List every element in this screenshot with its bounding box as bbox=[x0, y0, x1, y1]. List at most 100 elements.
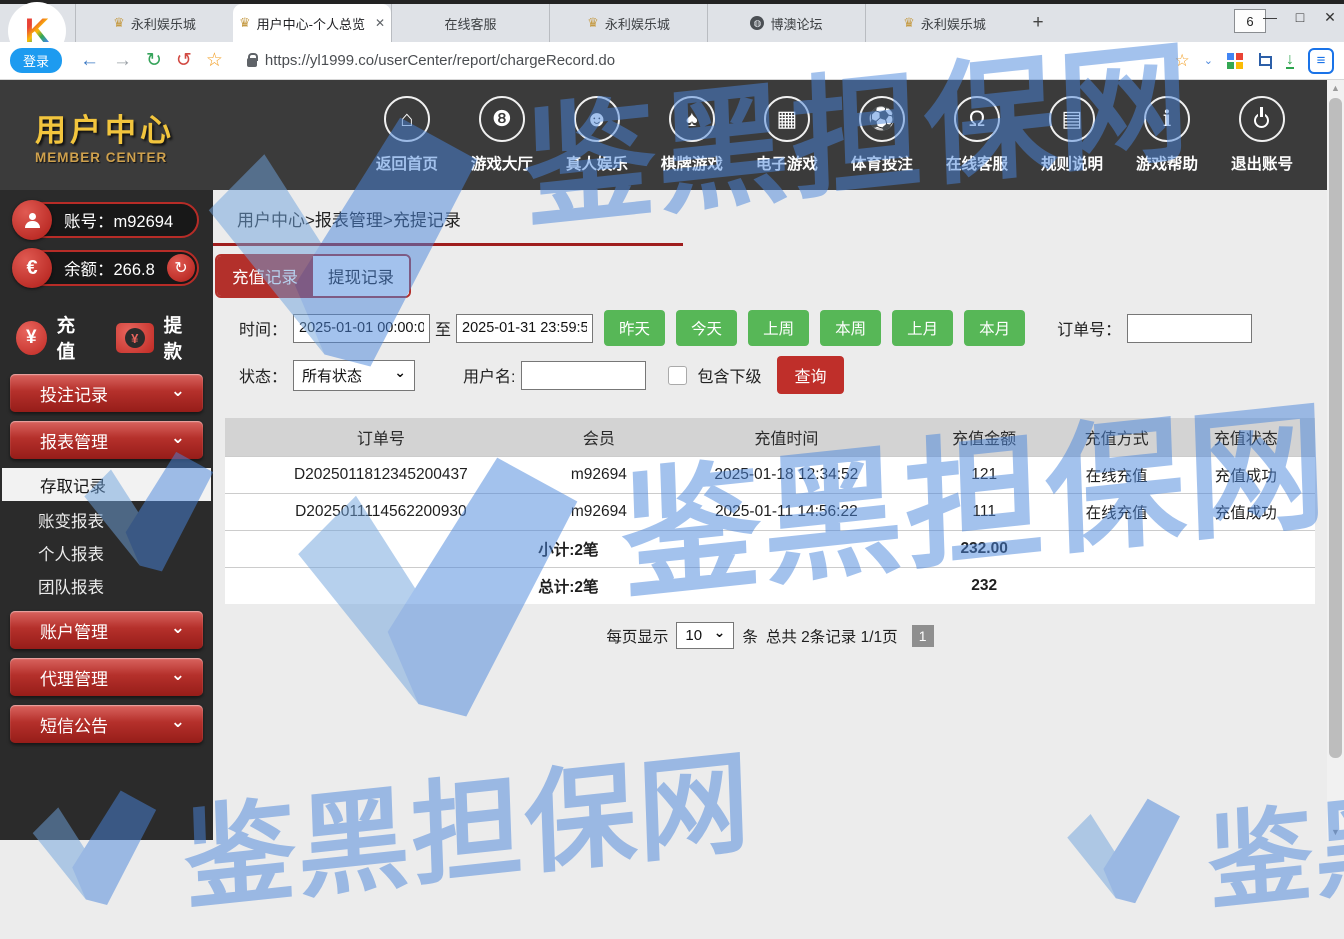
browser-tab-6[interactable]: ♛ 永利娱乐城 bbox=[865, 4, 1023, 42]
browser-tab-3[interactable]: 在线客服 bbox=[391, 4, 549, 42]
sidebar-item-agent-management[interactable]: 代理管理 ⌄ bbox=[10, 658, 203, 696]
url-field[interactable]: https://yl1999.co/userCenter/report/char… bbox=[247, 52, 1175, 69]
minimize-button[interactable]: — bbox=[1262, 9, 1278, 26]
search-button[interactable]: 查询 bbox=[777, 356, 843, 394]
col-member: 会员 bbox=[537, 418, 661, 456]
order-no-input[interactable] bbox=[1127, 314, 1252, 343]
total-label: 总计:2笔 bbox=[225, 567, 912, 604]
top-navigation: ⌂ 返回首页 ❽ 游戏大厅 ☻ 真人娱乐 ♠ 棋牌游戏 ▦ 电子游戏 ⚽ 体育投… bbox=[376, 96, 1293, 174]
browser-tab-5[interactable]: ◍ 博澳论坛 bbox=[707, 4, 865, 42]
close-button[interactable]: ✕ bbox=[1322, 9, 1338, 26]
sidebar-item-bet-records[interactable]: 投注记录 ⌄ bbox=[10, 374, 203, 412]
status-select[interactable]: 所有状态 ⌄ bbox=[293, 360, 415, 391]
sidebar-menu: 投注记录 ⌄ 报表管理 ⌄ 存取记录 账变报表 个人报表 团队报表 账户管理 ⌄… bbox=[0, 374, 213, 743]
balance-value: 余额：266.8 bbox=[64, 256, 155, 280]
tab-close-icon[interactable]: ✕ bbox=[375, 16, 385, 30]
vertical-scrollbar[interactable]: ▲ ▼ bbox=[1327, 80, 1344, 840]
nav-rules[interactable]: ▤ 规则说明 bbox=[1041, 96, 1103, 174]
crown-icon: ♛ bbox=[903, 15, 915, 31]
table-row: D2025011812345200437 m92694 2025-01-18 1… bbox=[225, 456, 1315, 493]
sidebar-subitem-account-change-report[interactable]: 账变报表 bbox=[0, 503, 213, 536]
login-button[interactable]: 登录 bbox=[10, 48, 62, 73]
quick-this-month-button[interactable]: 本月 bbox=[964, 310, 1025, 346]
quick-this-week-button[interactable]: 本周 bbox=[820, 310, 881, 346]
favorite-icon[interactable]: ☆ bbox=[1175, 51, 1190, 71]
include-subordinates-checkbox[interactable] bbox=[668, 366, 687, 385]
sidebar-item-sms-announcement[interactable]: 短信公告 ⌄ bbox=[10, 705, 203, 743]
bookmark-star-icon[interactable]: ☆ bbox=[206, 49, 223, 72]
browser-tab-4[interactable]: ♛ 永利娱乐城 bbox=[549, 4, 707, 42]
headset-icon: Ω bbox=[969, 106, 985, 132]
quick-last-week-button[interactable]: 上周 bbox=[748, 310, 809, 346]
screenshot-icon[interactable] bbox=[1257, 53, 1272, 68]
username-input[interactable] bbox=[521, 361, 646, 390]
sidebar: 账号：m92694 € 余额：266.8 ↻ ¥ 充值 ¥ 提款 投注记录 bbox=[0, 190, 213, 840]
tab-charge-records[interactable]: 充值记录 bbox=[217, 256, 313, 296]
page-1-button[interactable]: 1 bbox=[912, 625, 934, 647]
browser-tab-1[interactable]: ♛ 永利娱乐城 bbox=[75, 4, 233, 42]
refresh-balance-icon[interactable]: ↻ bbox=[167, 254, 195, 282]
soccer-ball-icon: ⚽ bbox=[868, 106, 895, 132]
filter-panel: 时间： 至 昨天 今天 上周 本周 上月 本月 订单号： 状态： 所有状 bbox=[213, 298, 1327, 408]
nav-sports[interactable]: ⚽ 体育投注 bbox=[851, 96, 913, 174]
browser-logo: K 登录 bbox=[0, 4, 75, 42]
time-to-input[interactable] bbox=[456, 314, 593, 343]
time-from-input[interactable] bbox=[293, 314, 430, 343]
refresh-icon[interactable]: ↻ bbox=[146, 49, 162, 72]
col-charge-status: 充值状态 bbox=[1177, 418, 1315, 456]
sidebar-subitem-team-report[interactable]: 团队报表 bbox=[0, 569, 213, 602]
browser-tab-2-active[interactable]: ♛ 用户中心-个人总览 ✕ bbox=[233, 4, 391, 42]
scroll-down-icon[interactable]: ▼ bbox=[1327, 824, 1344, 840]
nav-slots[interactable]: ▦ 电子游戏 bbox=[756, 96, 818, 174]
quick-yesterday-button[interactable]: 昨天 bbox=[604, 310, 665, 346]
site-header: 用户中心 MEMBER CENTER ⌂ 返回首页 ❽ 游戏大厅 ☻ 真人娱乐 … bbox=[0, 80, 1327, 190]
sidebar-item-account-management[interactable]: 账户管理 ⌄ bbox=[10, 611, 203, 649]
new-tab-button[interactable]: + bbox=[1023, 4, 1053, 42]
url-text[interactable]: https://yl1999.co/userCenter/report/char… bbox=[265, 52, 615, 69]
per-page-select[interactable]: 10 ⌄ bbox=[676, 622, 734, 649]
undo-icon[interactable]: ↺ bbox=[176, 49, 192, 72]
pagination: 每页显示 10 ⌄ 条 总共 2条记录 1/1页 1 bbox=[213, 622, 1327, 649]
quick-actions: ¥ 充值 ¥ 提款 bbox=[16, 312, 197, 364]
subtotal-amount: 232.00 bbox=[912, 530, 1057, 567]
nav-customer-service[interactable]: Ω 在线客服 bbox=[946, 96, 1008, 174]
download-icon[interactable]: ↓ bbox=[1286, 53, 1294, 69]
balance-pill: € 余额：266.8 ↻ bbox=[14, 250, 199, 286]
info-icon: ℹ bbox=[1163, 106, 1171, 132]
breadcrumb: 用户中心>报表管理>充提记录 bbox=[213, 206, 683, 246]
tab-label: 在线客服 bbox=[444, 14, 496, 33]
forward-icon[interactable]: → bbox=[113, 50, 132, 72]
sidebar-subitem-personal-report[interactable]: 个人报表 bbox=[0, 536, 213, 569]
favorite-chevron-icon[interactable]: ⌄ bbox=[1204, 54, 1213, 67]
nav-logout[interactable]: 退出账号 bbox=[1231, 96, 1293, 174]
live-dealer-icon: ☻ bbox=[585, 106, 608, 132]
maximize-button[interactable]: □ bbox=[1292, 9, 1308, 26]
quick-last-month-button[interactable]: 上月 bbox=[892, 310, 953, 346]
nav-help[interactable]: ℹ 游戏帮助 bbox=[1136, 96, 1198, 174]
account-value: 账号：m92694 bbox=[64, 208, 173, 232]
tab-withdraw-records[interactable]: 提现记录 bbox=[313, 256, 409, 296]
sidebar-subitem-deposit-withdraw-records[interactable]: 存取记录 bbox=[2, 468, 211, 501]
deposit-button[interactable]: ¥ 充值 bbox=[16, 312, 90, 364]
logo-subtitle: MEMBER CENTER bbox=[35, 150, 235, 165]
lock-icon bbox=[247, 58, 257, 67]
quick-today-button[interactable]: 今天 bbox=[676, 310, 737, 346]
nav-live-casino[interactable]: ☻ 真人娱乐 bbox=[566, 96, 628, 174]
total-row: 总计:2笔 232 bbox=[225, 567, 1315, 604]
scrollbar-thumb[interactable] bbox=[1329, 98, 1342, 758]
table-header-row: 订单号 会员 充值时间 充值金额 充值方式 充值状态 bbox=[225, 418, 1315, 456]
nav-game-hall[interactable]: ❽ 游戏大厅 bbox=[471, 96, 533, 174]
menu-icon[interactable]: ≡ bbox=[1308, 48, 1334, 74]
withdraw-button[interactable]: ¥ 提款 bbox=[116, 312, 197, 364]
select-caret-icon: ⌄ bbox=[714, 624, 726, 641]
charge-records-table: 订单号 会员 充值时间 充值金额 充值方式 充值状态 D202501181234… bbox=[225, 418, 1315, 604]
nav-home[interactable]: ⌂ 返回首页 bbox=[376, 96, 438, 174]
apps-grid-icon[interactable] bbox=[1227, 53, 1243, 69]
tab-label: 博澳论坛 bbox=[770, 14, 822, 33]
back-icon[interactable]: ← bbox=[80, 50, 99, 72]
include-subordinates-label: 包含下级 bbox=[697, 363, 761, 387]
power-icon bbox=[1254, 113, 1269, 128]
sidebar-item-report-management[interactable]: 报表管理 ⌄ bbox=[10, 421, 203, 459]
scroll-up-icon[interactable]: ▲ bbox=[1327, 80, 1344, 96]
nav-card-games[interactable]: ♠ 棋牌游戏 bbox=[661, 96, 723, 174]
